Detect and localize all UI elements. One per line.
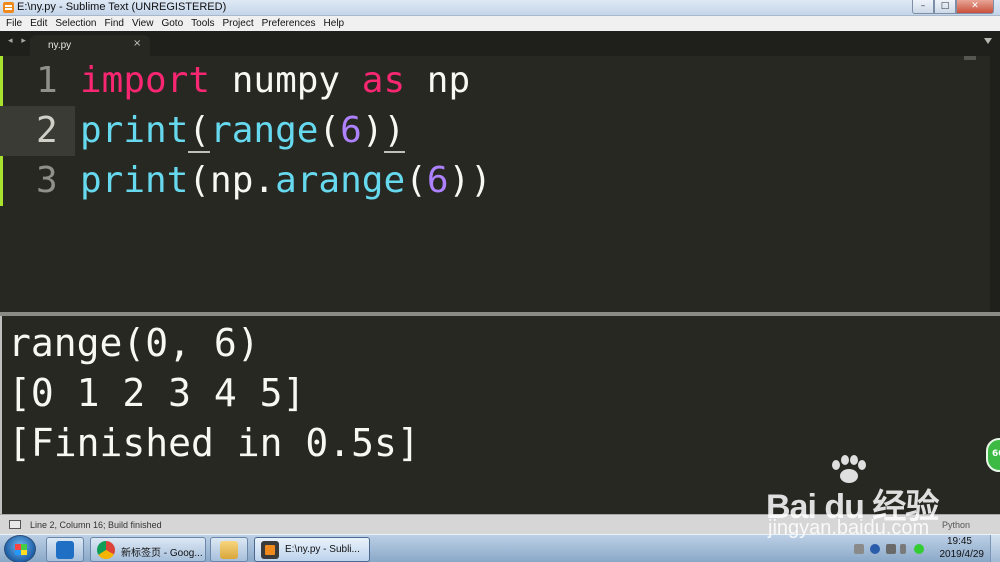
- windows-logo-icon: [15, 544, 27, 555]
- keyboard-icon[interactable]: [854, 544, 864, 554]
- line-number: 2: [36, 110, 58, 151]
- code-token: (: [318, 110, 341, 151]
- floating-badge[interactable]: 60: [986, 438, 1000, 472]
- system-tray: 19:45 2019/4/29: [840, 535, 1000, 562]
- network-icon[interactable]: [886, 544, 896, 554]
- tab-nav-arrows-icon[interactable]: ◂ ▸: [8, 36, 29, 46]
- title-bar: E:\ny.py - Sublime Text (UNREGISTERED) –…: [0, 0, 1000, 16]
- menu-file[interactable]: File: [2, 18, 26, 29]
- output-line: range(0, 6): [8, 321, 260, 365]
- output-line: [Finished in 0.5s]: [8, 421, 420, 465]
- start-button[interactable]: [4, 535, 36, 562]
- output-line: [0 1 2 3 4 5]: [8, 371, 306, 415]
- menu-edit[interactable]: Edit: [26, 18, 51, 29]
- code-line: 1 import numpy as np: [0, 56, 990, 106]
- menu-bar: File Edit Selection Find View Goto Tools…: [0, 16, 1000, 31]
- code-token: range: [210, 110, 319, 151]
- code-editor[interactable]: 1 import numpy as np 2 print(range(6)) 3…: [0, 56, 1000, 312]
- code-text[interactable]: print(range(6)): [80, 110, 406, 153]
- status-text: Line 2, Column 16; Build finished: [30, 520, 162, 530]
- help-icon[interactable]: [870, 544, 880, 554]
- window-title: E:\ny.py - Sublime Text (UNREGISTERED): [17, 1, 227, 13]
- code-line: 2 print(range(6)): [0, 106, 990, 156]
- sublime-icon: [261, 541, 279, 559]
- menu-preferences[interactable]: Preferences: [258, 18, 320, 29]
- close-button[interactable]: ✕: [956, 0, 994, 14]
- code-token: ): [361, 110, 384, 151]
- syntax-selector[interactable]: Python: [942, 520, 970, 530]
- code-token: 6: [426, 160, 449, 201]
- status-bar: Line 2, Column 16; Build finished Python: [0, 514, 1000, 534]
- badge-value: 60: [992, 449, 1000, 459]
- tab-ny-py[interactable]: ny.py ×: [30, 35, 150, 56]
- taskbar-explorer[interactable]: [210, 537, 248, 562]
- taskbar-label: E:\ny.py - Subli...: [285, 544, 360, 555]
- clock-time[interactable]: 19:45: [947, 536, 972, 547]
- taskbar-label: 新标签页 - Goog...: [121, 548, 203, 559]
- line-number: 1: [36, 60, 58, 101]
- menu-tools[interactable]: Tools: [187, 18, 218, 29]
- tab-dropdown-icon[interactable]: [984, 38, 992, 44]
- taskbar: 新标签页 - Goog... E:\ny.py - Subli... 19:45…: [0, 534, 1000, 562]
- outlook-icon: [56, 541, 74, 559]
- taskbar-sublime[interactable]: E:\ny.py - Subli...: [254, 537, 370, 562]
- menu-view[interactable]: View: [128, 18, 158, 29]
- menu-selection[interactable]: Selection: [51, 18, 100, 29]
- window-controls: – □ ✕: [912, 0, 994, 14]
- tab-label: ny.py: [48, 40, 72, 51]
- code-token: )): [448, 160, 492, 201]
- minimize-button[interactable]: –: [912, 0, 934, 14]
- code-token: arange: [275, 160, 406, 201]
- tab-close-icon[interactable]: ×: [133, 38, 141, 49]
- clock-date[interactable]: 2019/4/29: [940, 549, 985, 560]
- build-output-panel[interactable]: range(0, 6) [0 1 2 3 4 5] [Finished in 0…: [0, 316, 1000, 514]
- code-token: (np.: [188, 160, 276, 201]
- code-token: (: [188, 110, 211, 153]
- app-tray-icon[interactable]: [914, 544, 924, 554]
- menu-help[interactable]: Help: [320, 18, 349, 29]
- sublime-app-icon[interactable]: [3, 2, 14, 13]
- code-token: as: [361, 60, 406, 101]
- taskbar-outlook[interactable]: [46, 537, 84, 562]
- code-token: import: [80, 60, 211, 101]
- code-text[interactable]: import numpy as np: [80, 60, 470, 102]
- chrome-icon: [97, 541, 115, 559]
- menu-find[interactable]: Find: [101, 18, 128, 29]
- volume-icon[interactable]: [900, 544, 906, 554]
- code-text[interactable]: print(np.arange(6)): [80, 160, 492, 202]
- code-line: 3 print(np.arange(6)): [0, 156, 990, 206]
- code-token: np: [405, 60, 471, 101]
- line-number: 3: [36, 160, 58, 201]
- code-token: numpy: [210, 60, 362, 101]
- minimap[interactable]: [964, 56, 976, 60]
- code-token: (: [405, 160, 427, 201]
- code-token: print: [80, 110, 189, 151]
- explorer-icon: [220, 541, 238, 559]
- tab-bar: ◂ ▸ ny.py ×: [0, 31, 1000, 56]
- vertical-scrollbar[interactable]: [990, 56, 1000, 312]
- menu-project[interactable]: Project: [219, 18, 258, 29]
- code-token: print: [80, 160, 189, 201]
- maximize-button[interactable]: □: [934, 0, 956, 14]
- code-token: ): [383, 110, 406, 153]
- panel-toggle-icon[interactable]: [9, 520, 21, 529]
- show-desktop-button[interactable]: [990, 535, 1000, 562]
- code-token: 6: [340, 110, 362, 151]
- menu-goto[interactable]: Goto: [157, 18, 187, 29]
- taskbar-chrome[interactable]: 新标签页 - Goog...: [90, 537, 206, 562]
